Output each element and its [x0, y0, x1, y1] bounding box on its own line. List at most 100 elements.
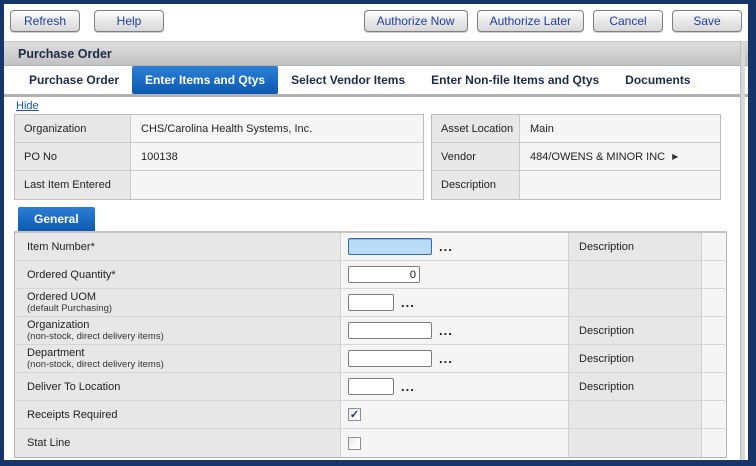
field-label: Item Number*: [27, 241, 340, 253]
row-end-cell: [702, 289, 726, 317]
general-form-panel: Item Number* ... Description Ordered Qua…: [14, 231, 727, 458]
form-row: Department (non-stock, direct delivery i…: [15, 345, 726, 373]
description-label: Description: [579, 325, 634, 337]
field-input[interactable]: [348, 350, 432, 367]
summary-field-value: Main: [520, 115, 720, 142]
summary-grids: Organization CHS/Carolina Health Systems…: [14, 114, 748, 200]
form-row: Stat Line: [15, 429, 726, 457]
form-row: Ordered UOM (default Purchasing) ...: [15, 289, 726, 317]
field-label-cell: Ordered UOM (default Purchasing): [15, 289, 341, 317]
field-checkbox[interactable]: [348, 437, 361, 450]
row-end-cell: [702, 233, 726, 261]
summary-row: Asset Location Main: [432, 115, 720, 143]
lookup-ellipsis-button[interactable]: ...: [439, 327, 453, 335]
field-input[interactable]: [348, 294, 394, 311]
description-cell: Description: [569, 317, 702, 345]
hide-link[interactable]: Hide: [16, 100, 39, 112]
field-label-cell: Stat Line: [15, 429, 341, 457]
scrollbar-track[interactable]: [740, 41, 745, 460]
lookup-ellipsis-button[interactable]: ...: [401, 383, 415, 391]
field-input[interactable]: [348, 266, 420, 283]
description-label: Description: [579, 353, 634, 365]
form-row: Deliver To Location ... Description: [15, 373, 726, 401]
lookup-ellipsis-button[interactable]: ...: [401, 299, 415, 307]
field-input[interactable]: [348, 322, 432, 339]
tab-enter-items-and-qtys[interactable]: Enter Items and Qtys: [132, 66, 278, 94]
description-cell: [569, 289, 702, 317]
authorize-now-button[interactable]: Authorize Now: [364, 10, 468, 32]
field-control-cell: ...: [341, 317, 569, 345]
form-row: Ordered Quantity*: [15, 261, 726, 289]
description-cell: [569, 429, 702, 457]
form-row: Item Number* ... Description: [15, 233, 726, 261]
tab-bar: Purchase OrderEnter Items and QtysSelect…: [4, 66, 748, 94]
field-label-cell: Ordered Quantity*: [15, 261, 341, 289]
field-control-cell: ...: [341, 233, 569, 261]
field-label: Receipts Required: [27, 409, 340, 421]
description-cell: Description: [569, 233, 702, 261]
field-control-cell: [341, 261, 569, 289]
cancel-button[interactable]: Cancel: [593, 10, 663, 32]
summary-field-label: PO No: [15, 143, 131, 170]
lookup-ellipsis-button[interactable]: ...: [439, 355, 453, 363]
field-control-cell: ✓: [341, 401, 569, 429]
toolbar: Refresh Help Authorize Now Authorize Later…: [4, 4, 748, 41]
description-label: Description: [579, 381, 634, 393]
summary-row: Vendor 484/OWENS & MINOR INC ▶: [432, 143, 720, 171]
toolbar-right-group: Authorize Now Authorize Later Cancel Save: [364, 10, 742, 32]
field-label: Ordered Quantity*: [27, 269, 340, 281]
field-label: Department: [27, 347, 340, 359]
field-label-cell: Deliver To Location: [15, 373, 341, 401]
tab-enter-non-file-items-and-qtys[interactable]: Enter Non-file Items and Qtys: [418, 66, 612, 94]
page-title: Purchase Order: [18, 47, 112, 61]
tab-documents[interactable]: Documents: [612, 66, 703, 94]
tab-general[interactable]: General: [18, 207, 95, 231]
summary-value-text: 484/OWENS & MINOR INC: [530, 151, 665, 163]
summary-field-label: Asset Location: [432, 115, 520, 142]
field-label: Organization: [27, 319, 340, 331]
description-cell: [569, 401, 702, 429]
summary-row: Last Item Entered: [15, 171, 423, 199]
summary-grid-right: Asset Location Main Vendor 484/OWENS & M…: [431, 114, 721, 200]
field-sublabel: (non-stock, direct delivery items): [27, 359, 340, 370]
lookup-ellipsis-button[interactable]: ...: [439, 243, 453, 251]
field-label-cell: Receipts Required: [15, 401, 341, 429]
save-button[interactable]: Save: [672, 10, 742, 32]
summary-field-label: Organization: [15, 115, 131, 142]
field-checkbox[interactable]: ✓: [348, 408, 361, 421]
field-sublabel: (default Purchasing): [27, 303, 340, 314]
field-label-cell: Organization (non-stock, direct delivery…: [15, 317, 341, 345]
row-end-cell: [702, 373, 726, 401]
check-icon: ✓: [350, 410, 359, 420]
summary-value-text: 100138: [141, 151, 178, 163]
drilldown-arrow-icon[interactable]: ▶: [672, 152, 678, 161]
field-label: Stat Line: [27, 437, 340, 449]
field-input[interactable]: [348, 238, 432, 255]
description-cell: [569, 261, 702, 289]
row-end-cell: [702, 261, 726, 289]
field-control-cell: ...: [341, 373, 569, 401]
tab-select-vendor-items[interactable]: Select Vendor Items: [278, 66, 418, 94]
summary-field-label: Vendor: [432, 143, 520, 170]
form-row: Receipts Required ✓: [15, 401, 726, 429]
row-end-cell: [702, 345, 726, 373]
authorize-later-button[interactable]: Authorize Later: [477, 10, 584, 32]
field-label: Deliver To Location: [27, 381, 340, 393]
row-end-cell: [702, 317, 726, 345]
row-end-cell: [702, 401, 726, 429]
summary-value-text: CHS/Carolina Health Systems, Inc.: [141, 123, 312, 135]
field-input[interactable]: [348, 378, 394, 395]
field-label-cell: Item Number*: [15, 233, 341, 261]
tab-purchase-order[interactable]: Purchase Order: [16, 66, 132, 94]
form-row: Organization (non-stock, direct delivery…: [15, 317, 726, 345]
description-cell: Description: [569, 373, 702, 401]
summary-field-value: [131, 171, 423, 199]
field-control-cell: [341, 429, 569, 457]
main-content: Hide Organization CHS/Carolina Health Sy…: [4, 97, 748, 460]
refresh-button[interactable]: Refresh: [10, 10, 80, 32]
row-end-cell: [702, 429, 726, 457]
help-button[interactable]: Help: [94, 10, 164, 32]
field-label-cell: Department (non-stock, direct delivery i…: [15, 345, 341, 373]
field-sublabel: (non-stock, direct delivery items): [27, 331, 340, 342]
description-label: Description: [579, 241, 634, 253]
